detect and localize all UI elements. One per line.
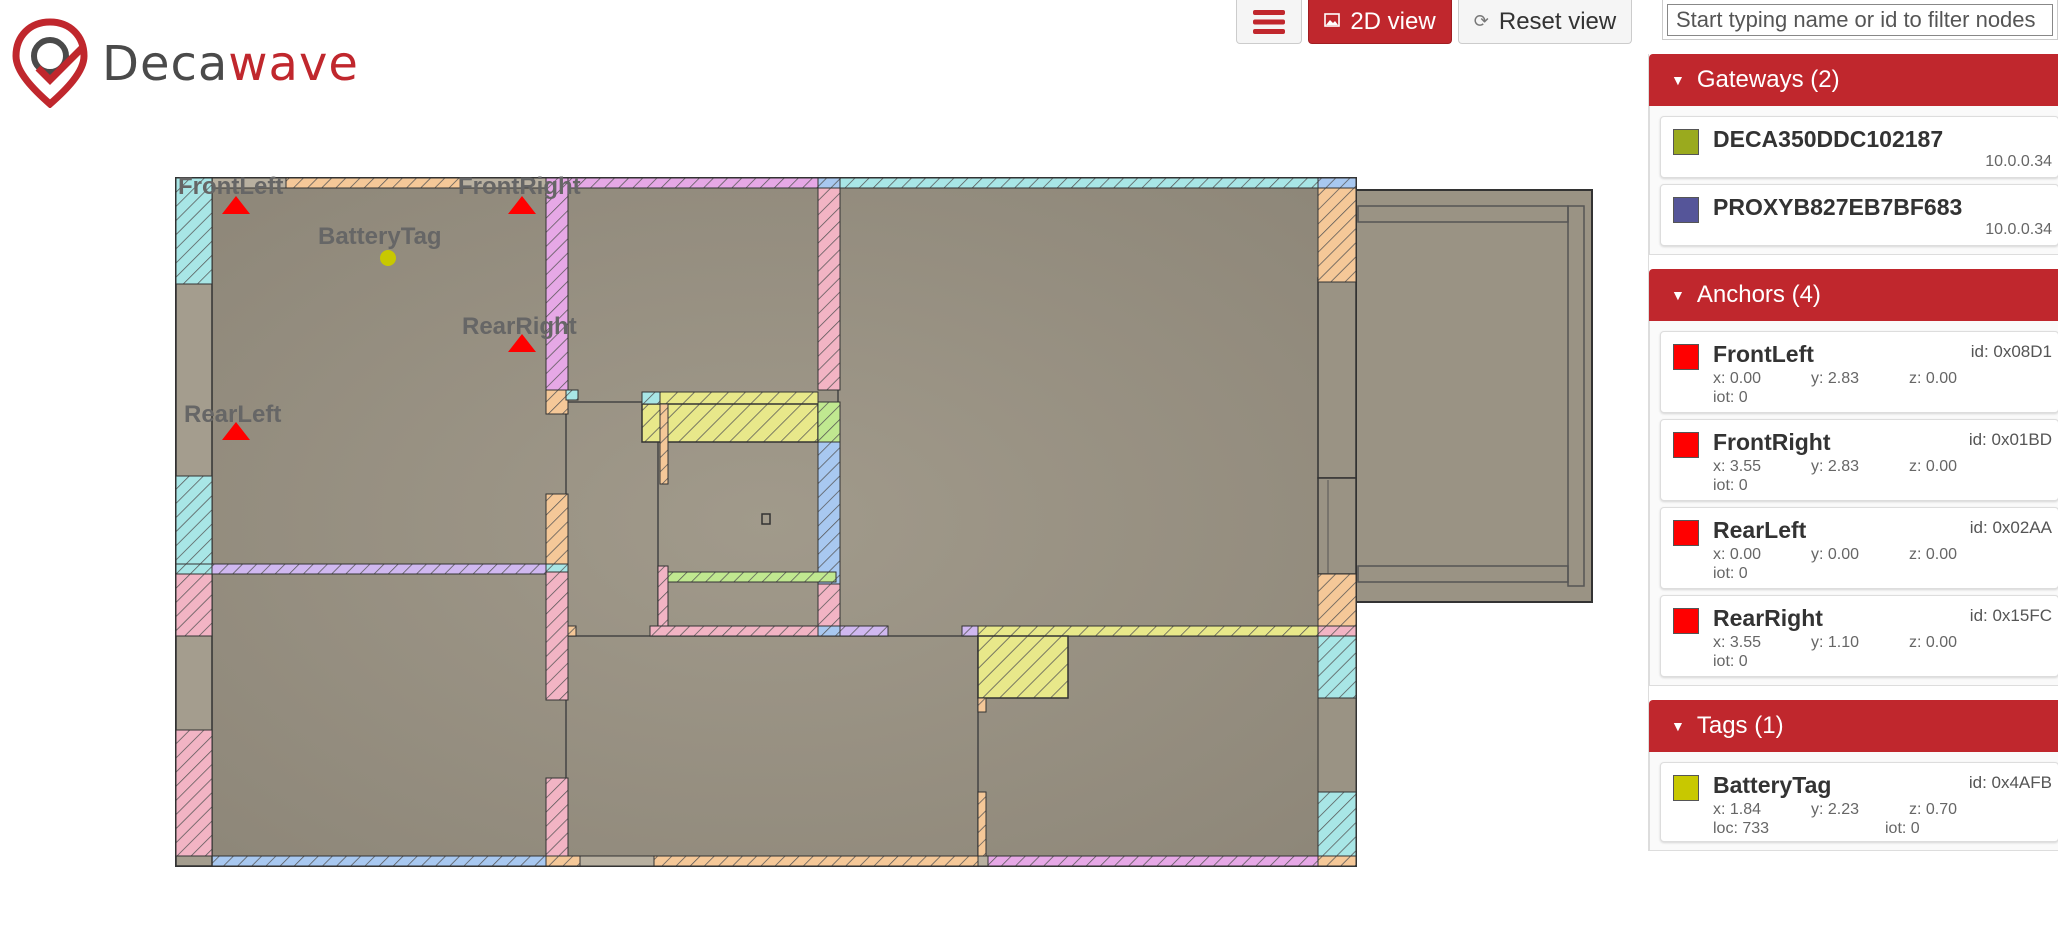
anchor-card[interactable]: RearRight id: 0x15FC x: 3.55 y: 1.10 z: 0.… [1660, 595, 2058, 677]
caret-down-icon: ▼ [1671, 718, 1685, 734]
anchor-iot: iot: 0 [1713, 653, 1748, 670]
tag-id: id: 0x4AFB [1968, 773, 2052, 792]
anchor-iot: iot: 0 [1713, 389, 1748, 406]
anchor-label-rear-right: RearRight [462, 313, 577, 340]
anchor-color-swatch [1673, 520, 1699, 546]
anchor-label-rear-left: RearLeft [184, 401, 281, 428]
coord-z: z: 0.00 [1909, 634, 1958, 651]
gateway-card[interactable]: PROXYB827EB7BF683 10.0.0.34 [1660, 184, 2058, 246]
caret-down-icon: ▼ [1671, 287, 1685, 303]
coord-x: x: 3.55 [1713, 458, 1762, 475]
floor-area [175, 177, 1357, 867]
node-filter-input[interactable] [1667, 4, 2053, 36]
coord-z: z: 0.70 [1909, 801, 1958, 818]
anchor-coords: x: 3.55 y: 2.83 z: 0.00 [1713, 458, 1957, 476]
anchor-label-front-left: FrontLeft [178, 173, 283, 200]
tag-label-battery-tag: BatteryTag [318, 223, 442, 250]
coord-z: z: 0.00 [1909, 546, 1958, 563]
gateway-name: DECA350DDC102187 [1713, 126, 1944, 152]
anchors-list: FrontLeft id: 0x08D1 x: 0.00 y: 2.83 z: 0.… [1649, 321, 2058, 686]
coord-x: x: 0.00 [1713, 546, 1762, 563]
anchor-color-swatch [1673, 344, 1699, 370]
tags-list: BatteryTag id: 0x4AFB x: 1.84 y: 2.23 z: 0… [1649, 752, 2058, 851]
anchors-header-label: Anchors (4) [1696, 281, 1821, 308]
coord-x: x: 1.84 [1713, 801, 1762, 818]
gateways-header-label: Gateways (2) [1696, 66, 1840, 93]
anchor-id: id: 0x15FC [1969, 606, 2052, 625]
anchor-id: id: 0x02AA [1969, 518, 2052, 537]
anchor-card[interactable]: FrontLeft id: 0x08D1 x: 0.00 y: 2.83 z: 0.… [1660, 331, 2058, 413]
anchor-id: id: 0x01BD [1968, 430, 2052, 449]
tag-loc: loc: 733 [1713, 820, 1770, 837]
floor-plan[interactable]: FrontLeft FrontRight BatteryTag RearRigh… [0, 0, 1648, 951]
tag-iot: iot: 0 [1885, 820, 1920, 837]
gateways-list: DECA350DDC102187 10.0.0.34 PROXYB827EB7B… [1649, 106, 2058, 255]
gateways-section-header[interactable]: ▼ Gateways (2) [1649, 54, 2058, 106]
anchor-coords: x: 3.55 y: 1.10 z: 0.00 [1713, 634, 1957, 652]
coord-x: x: 0.00 [1713, 370, 1762, 387]
anchor-iot: iot: 0 [1713, 477, 1748, 494]
gateway-color-swatch [1673, 197, 1699, 223]
anchor-name: FrontRight [1713, 429, 1831, 455]
node-panel: ▼ Gateways (2) DECA350DDC102187 10.0.0.3… [1648, 54, 2058, 851]
coord-y: y: 1.10 [1811, 634, 1860, 651]
coord-y: y: 2.83 [1811, 370, 1860, 387]
tag-card[interactable]: BatteryTag id: 0x4AFB x: 1.84 y: 2.23 z: 0… [1660, 762, 2058, 842]
tag-name: BatteryTag [1713, 772, 1832, 798]
anchor-coords: x: 0.00 y: 2.83 z: 0.00 [1713, 370, 1957, 388]
balcony-area [1355, 189, 1593, 603]
gateway-name: PROXYB827EB7BF683 [1713, 194, 1963, 220]
coord-z: z: 0.00 [1909, 370, 1958, 387]
anchor-iot: iot: 0 [1713, 565, 1748, 582]
anchor-card[interactable]: FrontRight id: 0x01BD x: 3.55 y: 2.83 z: 0… [1660, 419, 2058, 501]
gateway-ip: 10.0.0.34 [1985, 221, 2052, 238]
anchor-color-swatch [1673, 432, 1699, 458]
anchor-id: id: 0x08D1 [1970, 342, 2052, 361]
tags-section-header[interactable]: ▼ Tags (1) [1649, 700, 2058, 752]
coord-y: y: 2.23 [1811, 801, 1860, 818]
anchor-color-swatch [1673, 608, 1699, 634]
anchor-name: RearRight [1713, 605, 1823, 631]
tags-header-label: Tags (1) [1696, 712, 1784, 739]
anchor-name: RearLeft [1713, 517, 1807, 543]
coord-y: y: 2.83 [1811, 458, 1860, 475]
anchors-section-header[interactable]: ▼ Anchors (4) [1649, 269, 2058, 321]
anchor-card[interactable]: RearLeft id: 0x02AA x: 0.00 y: 0.00 z: 0.0… [1660, 507, 2058, 589]
gateway-color-swatch [1673, 129, 1699, 155]
coord-z: z: 0.00 [1909, 458, 1958, 475]
anchor-label-front-right: FrontRight [458, 173, 581, 200]
filter-box [1662, 0, 2058, 40]
anchor-coords: x: 0.00 y: 0.00 z: 0.00 [1713, 546, 1957, 564]
anchor-name: FrontLeft [1713, 341, 1814, 367]
coord-x: x: 3.55 [1713, 634, 1762, 651]
caret-down-icon: ▼ [1671, 72, 1685, 88]
tag-meta: loc: 733 iot: 0 [1713, 820, 1920, 838]
tag-coords: x: 1.84 y: 2.23 z: 0.70 [1713, 801, 1957, 819]
coord-y: y: 0.00 [1811, 546, 1860, 563]
gateway-ip: 10.0.0.34 [1985, 153, 2052, 170]
tag-marker-battery-tag[interactable] [380, 250, 396, 266]
tag-color-swatch [1673, 775, 1699, 801]
gateway-card[interactable]: DECA350DDC102187 10.0.0.34 [1660, 116, 2058, 178]
